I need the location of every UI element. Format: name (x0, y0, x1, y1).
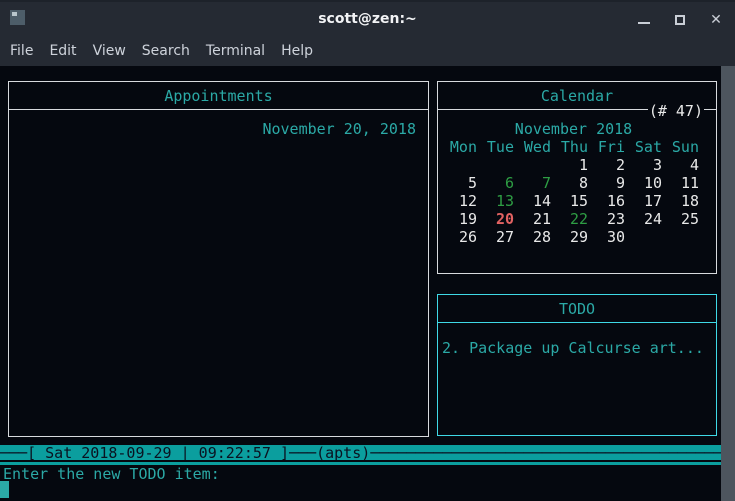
terminal-app-icon[interactable] (10, 10, 25, 25)
todo-prompt-label[interactable]: Enter the new TODO item: (3, 465, 220, 483)
calendar-day: 11 (666, 174, 703, 192)
todo-panel: TODO 2. Package up Calcurse art... (437, 294, 717, 436)
menu-item-terminal[interactable]: Terminal (206, 43, 265, 59)
calendar-day (444, 156, 481, 174)
appointments-panel-title: Appointments (9, 82, 428, 110)
maximize-button[interactable] (673, 13, 687, 27)
calendar-day: 13 (481, 192, 518, 210)
calendar-day: 6 (481, 174, 518, 192)
calendar-day: 28 (518, 228, 555, 246)
appointments-date-heading: November 20, 2018 (9, 110, 428, 138)
calendar-day: 4 (666, 156, 703, 174)
calendar-day: 5 (444, 174, 481, 192)
todo-list-item: 2. Package up Calcurse art... (438, 323, 716, 357)
menu-item-file[interactable]: File (10, 43, 33, 59)
terminal-scrollbar[interactable] (721, 66, 735, 501)
calendar-day: 26 (444, 228, 481, 246)
minimize-icon (638, 22, 650, 24)
calendar-day: 23 (592, 210, 629, 228)
text-cursor (0, 481, 9, 498)
calendar-day: 19 (444, 210, 481, 228)
todo-panel-title: TODO (438, 295, 716, 323)
calendar-day: 8 (555, 174, 592, 192)
calendar-body: November 2018 Mon Tue Wed Thu Fri Sat Su… (438, 110, 716, 246)
calendar-day: 29 (555, 228, 592, 246)
calendar-day: 14 (518, 192, 555, 210)
menu-item-edit[interactable]: Edit (49, 43, 76, 59)
day-name: Fri (592, 138, 629, 156)
menu-item-help[interactable]: Help (281, 43, 313, 59)
maximize-icon (675, 15, 685, 25)
day-name: Mon (444, 138, 481, 156)
statusbar: ───[ Sat 2018-09-29 | 09:22:57 ]───(apts… (0, 445, 721, 460)
calendar-day: 30 (592, 228, 629, 246)
menubar: File Edit View Search Terminal Help (0, 36, 735, 66)
calendar-day: 9 (592, 174, 629, 192)
calendar-day: 22 (555, 210, 592, 228)
terminal-app-icon-glyph (12, 12, 17, 16)
calendar-day: 1 (555, 156, 592, 174)
day-name: Thu (555, 138, 592, 156)
calendar-day: 18 (666, 192, 703, 210)
calendar-day (518, 156, 555, 174)
terminal-window: scott@zen:~ ✕ File Edit View Search Term… (0, 0, 735, 501)
calendar-day (481, 156, 518, 174)
appointments-panel: Appointments November 20, 2018 (8, 81, 429, 437)
minimize-button[interactable] (637, 13, 651, 27)
day-name: Tue (481, 138, 518, 156)
calendar-weeks: 1234567891011121314151617181920212223242… (444, 156, 703, 246)
calendar-day: 10 (629, 174, 666, 192)
week-number-badge: (# 47) (648, 102, 704, 120)
calendar-day: 12 (444, 192, 481, 210)
calendar-day: 16 (592, 192, 629, 210)
calendar-panel: Calendar (# 47) November 2018 Mon Tue We… (437, 81, 717, 274)
calendar-month-heading: November 2018 (444, 120, 703, 138)
window-controls: ✕ (637, 2, 723, 38)
calendar-day: 21 (518, 210, 555, 228)
menu-item-view[interactable]: View (93, 43, 126, 59)
calendar-day: 24 (629, 210, 666, 228)
calendar-day: 15 (555, 192, 592, 210)
menu-item-search[interactable]: Search (142, 43, 190, 59)
day-name: Sun (666, 138, 703, 156)
terminal-screen: Appointments November 20, 2018 Calendar … (0, 66, 735, 501)
calendar-day: 3 (629, 156, 666, 174)
calendar-day-names: Mon Tue Wed Thu Fri Sat Sun (444, 138, 703, 156)
calendar-day: 17 (629, 192, 666, 210)
titlebar: scott@zen:~ ✕ (0, 0, 735, 36)
calendar-day: 2 (592, 156, 629, 174)
calendar-day: 27 (481, 228, 518, 246)
close-button[interactable]: ✕ (709, 13, 723, 27)
day-name: Wed (518, 138, 555, 156)
calendar-day: 20 (481, 210, 518, 228)
window-title: scott@zen:~ (0, 11, 735, 27)
calendar-day (629, 228, 666, 246)
calendar-day: 25 (666, 210, 703, 228)
calendar-day (666, 228, 703, 246)
day-name: Sat (629, 138, 666, 156)
calendar-day: 7 (518, 174, 555, 192)
